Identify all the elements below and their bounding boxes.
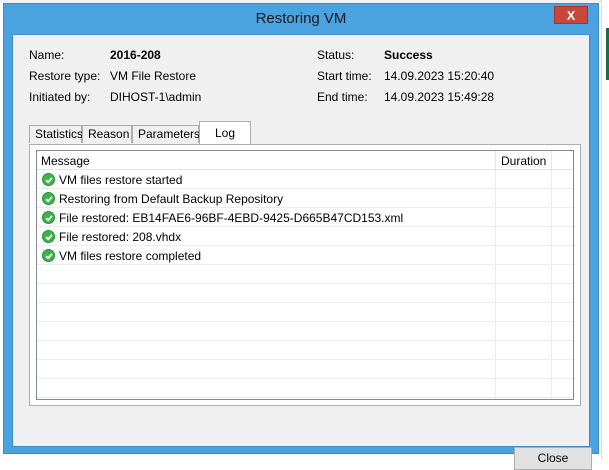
status-label: Status: (317, 48, 355, 62)
log-message: File restored: 208.vhdx (59, 230, 182, 244)
end-time-value: 14.09.2023 15:49:28 (384, 90, 495, 104)
log-row[interactable]: File restored: 208.vhdx (37, 227, 573, 246)
empty-row (37, 379, 573, 398)
success-check-icon (42, 211, 55, 224)
dialog-client-area: Name: 2016-208 Restore type: VM File Res… (12, 34, 592, 470)
log-row[interactable]: VM files restore started (37, 170, 573, 189)
empty-row (37, 303, 573, 322)
initiated-by-label: Initiated by: (29, 90, 91, 104)
log-row[interactable]: File restored: EB14FAE6-96BF-4EBD-9425-D… (37, 208, 573, 227)
column-header-duration-label: Duration (501, 154, 547, 168)
restore-type-label: Restore type: (29, 69, 101, 83)
tab-reason[interactable]: Reason (82, 125, 132, 143)
tab-parameters[interactable]: Parameters (132, 125, 200, 143)
name-value: 2016-208 (110, 48, 161, 62)
start-time-label: Start time: (317, 69, 372, 83)
log-row[interactable]: VM files restore completed (37, 246, 573, 265)
success-check-icon (42, 192, 55, 205)
empty-row (37, 265, 573, 284)
background-app-edge (601, 0, 609, 459)
log-table-header: Message Duration (37, 151, 573, 170)
tab-statistics[interactable]: Statistics (29, 125, 83, 143)
restore-type-value: VM File Restore (110, 69, 197, 83)
success-check-icon (42, 249, 55, 262)
empty-row (37, 341, 573, 360)
column-header-duration[interactable]: Duration (496, 151, 552, 169)
start-time-value: 14.09.2023 15:20:40 (384, 69, 495, 83)
end-time-label: End time: (317, 90, 368, 104)
log-message: Restoring from Default Backup Repository (59, 192, 284, 206)
dialog-title: Restoring VM (255, 10, 347, 27)
empty-row (37, 322, 573, 341)
log-message: File restored: EB14FAE6-96BF-4EBD-9425-D… (59, 211, 404, 225)
log-tab-panel: Message Duration VM files restore starte… (29, 144, 581, 406)
initiated-by-value: DIHOST-1\admin (110, 90, 202, 104)
tab-log[interactable]: Log (199, 121, 251, 144)
success-check-icon (42, 173, 55, 186)
restoring-vm-dialog: Restoring VM X Name: 2016-208 Restore ty… (3, 3, 599, 470)
close-window-button[interactable]: X (554, 6, 588, 24)
log-message: VM files restore completed (59, 249, 202, 263)
column-header-message[interactable]: Message (37, 151, 496, 169)
status-value: Success (384, 48, 433, 62)
log-message: VM files restore started (59, 173, 183, 187)
success-check-icon (42, 230, 55, 243)
log-table[interactable]: Message Duration VM files restore starte… (36, 150, 574, 400)
empty-row (37, 284, 573, 303)
log-row[interactable]: Restoring from Default Backup Repository (37, 189, 573, 208)
empty-row (37, 360, 573, 379)
column-header-message-label: Message (41, 154, 90, 168)
name-label: Name: (29, 48, 65, 62)
